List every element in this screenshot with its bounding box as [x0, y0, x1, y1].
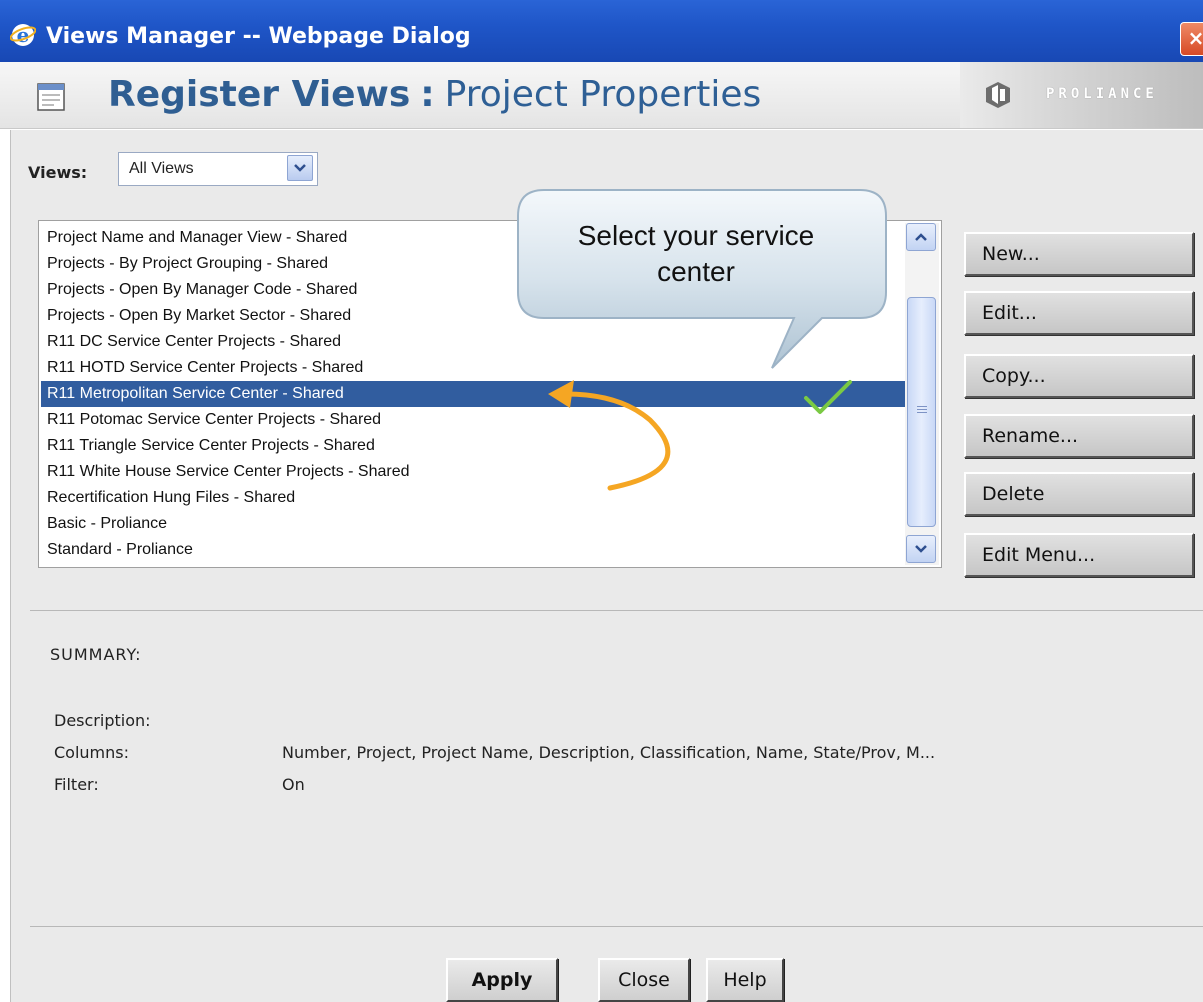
list-item[interactable]: R11 Triangle Service Center Projects - S…: [41, 433, 905, 459]
document-properties-icon: [37, 83, 65, 111]
list-item[interactable]: Recertification Hung Files - Shared: [41, 485, 905, 511]
divider: [30, 926, 1203, 927]
chevron-down-icon: [915, 545, 927, 553]
summary-columns-value: Number, Project, Project Name, Descripti…: [282, 743, 936, 762]
scroll-grip: [917, 406, 927, 407]
apply-button[interactable]: Apply: [446, 958, 558, 1002]
window-titlebar: e Views Manager -- Webpage Dialog ×: [0, 0, 1203, 62]
list-item[interactable]: R11 Potomac Service Center Projects - Sh…: [41, 407, 905, 433]
summary-description-label: Description:: [54, 711, 151, 730]
edit-menu-button[interactable]: Edit Menu...: [964, 533, 1194, 577]
brand-name: PROLIANCE: [1046, 86, 1158, 102]
annotation-arrow-icon: [548, 380, 671, 491]
rename-view-button[interactable]: Rename...: [964, 414, 1194, 458]
chevron-up-icon: [915, 233, 927, 241]
summary-heading: SUMMARY:: [50, 645, 142, 664]
page-title-separator: :: [420, 74, 435, 115]
page-title: Register Views: Project Properties: [108, 74, 761, 115]
page-header: Register Views: Project Properties PROLIA…: [0, 62, 1203, 129]
internet-explorer-icon: e: [10, 23, 36, 47]
summary-columns-label: Columns:: [54, 743, 129, 762]
list-item[interactable]: Standard - Proliance: [41, 537, 905, 563]
delete-view-button[interactable]: Delete: [964, 472, 1194, 516]
scroll-up-button[interactable]: [906, 223, 936, 251]
summary-filter-label: Filter:: [54, 775, 99, 794]
callout-line-1: Select your service: [577, 220, 815, 251]
divider: [30, 610, 1203, 611]
views-filter-label: Views:: [28, 163, 88, 182]
views-filter-value: All Views: [129, 160, 194, 177]
list-item-selected[interactable]: R11 Metropolitan Service Center - Shared: [41, 381, 905, 407]
scroll-thumb[interactable]: [907, 297, 936, 527]
list-item[interactable]: Basic - Proliance: [41, 511, 905, 537]
help-button[interactable]: Help: [706, 958, 784, 1002]
window-close-button[interactable]: ×: [1180, 22, 1203, 56]
chevron-down-icon[interactable]: [287, 155, 313, 181]
edit-view-button[interactable]: Edit...: [964, 291, 1194, 335]
close-button[interactable]: Close: [598, 958, 690, 1002]
new-view-button[interactable]: New...: [964, 232, 1194, 276]
page-title-secondary: Project Properties: [444, 74, 762, 115]
proliance-logo-icon: [986, 82, 1010, 108]
page-title-primary: Register Views: [108, 74, 411, 115]
checkmark-icon: [804, 380, 852, 414]
brand-banner: PROLIANCE: [960, 62, 1203, 128]
scroll-down-button[interactable]: [906, 535, 936, 563]
summary-filter-value: On: [282, 775, 305, 794]
svg-text:e: e: [17, 23, 30, 47]
list-item[interactable]: R11 White House Service Center Projects …: [41, 459, 905, 485]
list-scrollbar[interactable]: [905, 223, 939, 565]
views-filter-select[interactable]: All Views: [118, 152, 318, 186]
callout-text: Select your service center: [536, 218, 856, 290]
window-title: Views Manager -- Webpage Dialog: [46, 24, 471, 49]
copy-view-button[interactable]: Copy...: [964, 354, 1194, 398]
callout-line-2: center: [657, 256, 735, 287]
